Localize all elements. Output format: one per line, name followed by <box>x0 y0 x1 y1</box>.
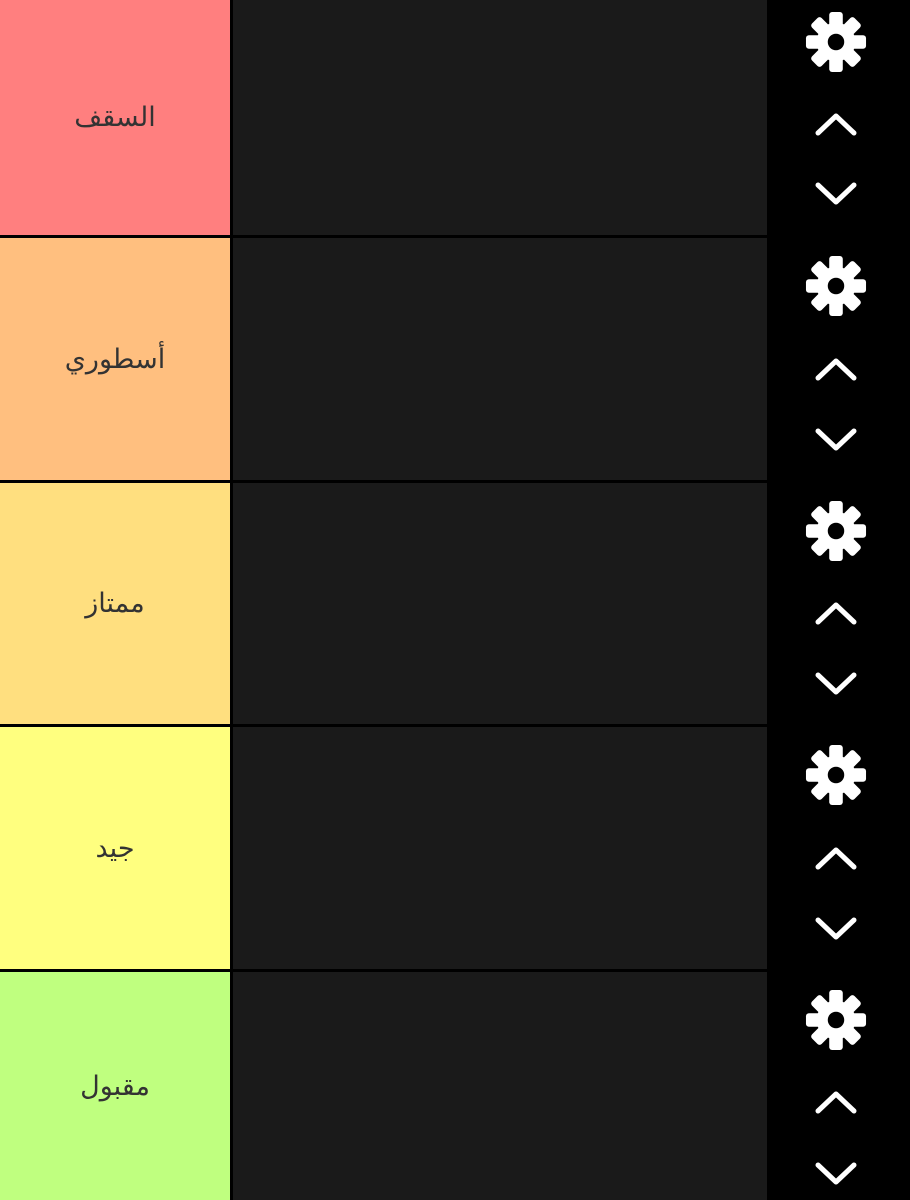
tier-dropzone[interactable] <box>233 972 767 1200</box>
chevron-down-icon <box>815 182 857 205</box>
tier-move-down-button[interactable] <box>800 660 872 708</box>
chevron-down-icon <box>815 428 857 451</box>
tier-label[interactable]: ممتاز <box>0 483 230 724</box>
tier-dropzone[interactable] <box>233 238 767 480</box>
tier-move-up-button[interactable] <box>800 589 872 637</box>
chevron-down-icon <box>815 917 857 940</box>
gear-icon <box>805 500 867 562</box>
chevron-down-icon <box>815 672 857 695</box>
tier-label-text: ممتاز <box>85 588 145 619</box>
tier-row: مقبول <box>0 972 910 1200</box>
tier-label-text: جيد <box>95 832 135 864</box>
tier-move-up-button[interactable] <box>800 1078 872 1126</box>
tier-label-text: مقبول <box>80 1070 150 1102</box>
chevron-up-icon <box>815 1091 857 1114</box>
tier-dropzone[interactable] <box>233 483 767 724</box>
chevron-up-icon <box>815 847 857 870</box>
chevron-down-icon <box>815 1162 857 1185</box>
tier-row: جيد <box>0 727 910 969</box>
chevron-up-icon <box>815 358 857 381</box>
tier-label-text: أسطوري <box>64 343 166 375</box>
tier-move-down-button[interactable] <box>800 170 872 218</box>
tier-label[interactable]: أسطوري <box>0 238 230 480</box>
chevron-up-icon <box>815 602 857 625</box>
tier-move-up-button[interactable] <box>800 834 872 882</box>
tier-row: ممتاز <box>0 483 910 724</box>
tier-move-up-button[interactable] <box>800 100 872 148</box>
gear-icon <box>805 989 867 1051</box>
tier-move-up-button[interactable] <box>800 345 872 393</box>
chevron-up-icon <box>815 113 857 136</box>
tier-move-down-button[interactable] <box>800 416 872 464</box>
tier-dropzone[interactable] <box>233 727 767 969</box>
tier-label[interactable]: مقبول <box>0 972 230 1200</box>
tier-move-down-button[interactable] <box>800 905 872 953</box>
tier-settings-button[interactable] <box>800 6 872 78</box>
gear-icon <box>805 255 867 317</box>
gear-icon <box>805 11 867 73</box>
tier-dropzone[interactable] <box>233 0 767 235</box>
tier-row: السقف <box>0 0 910 235</box>
tier-row: أسطوري <box>0 238 910 480</box>
tier-list: السقف أسطوري ممتاز جيد مقبول <box>0 0 910 1200</box>
tier-label-text: السقف <box>74 102 156 133</box>
tier-settings-button[interactable] <box>800 984 872 1056</box>
tier-move-down-button[interactable] <box>800 1150 872 1198</box>
tier-label[interactable]: جيد <box>0 727 230 969</box>
tier-settings-button[interactable] <box>800 495 872 567</box>
tier-settings-button[interactable] <box>800 250 872 322</box>
tier-label[interactable]: السقف <box>0 0 230 235</box>
tier-settings-button[interactable] <box>800 739 872 811</box>
gear-icon <box>805 744 867 806</box>
